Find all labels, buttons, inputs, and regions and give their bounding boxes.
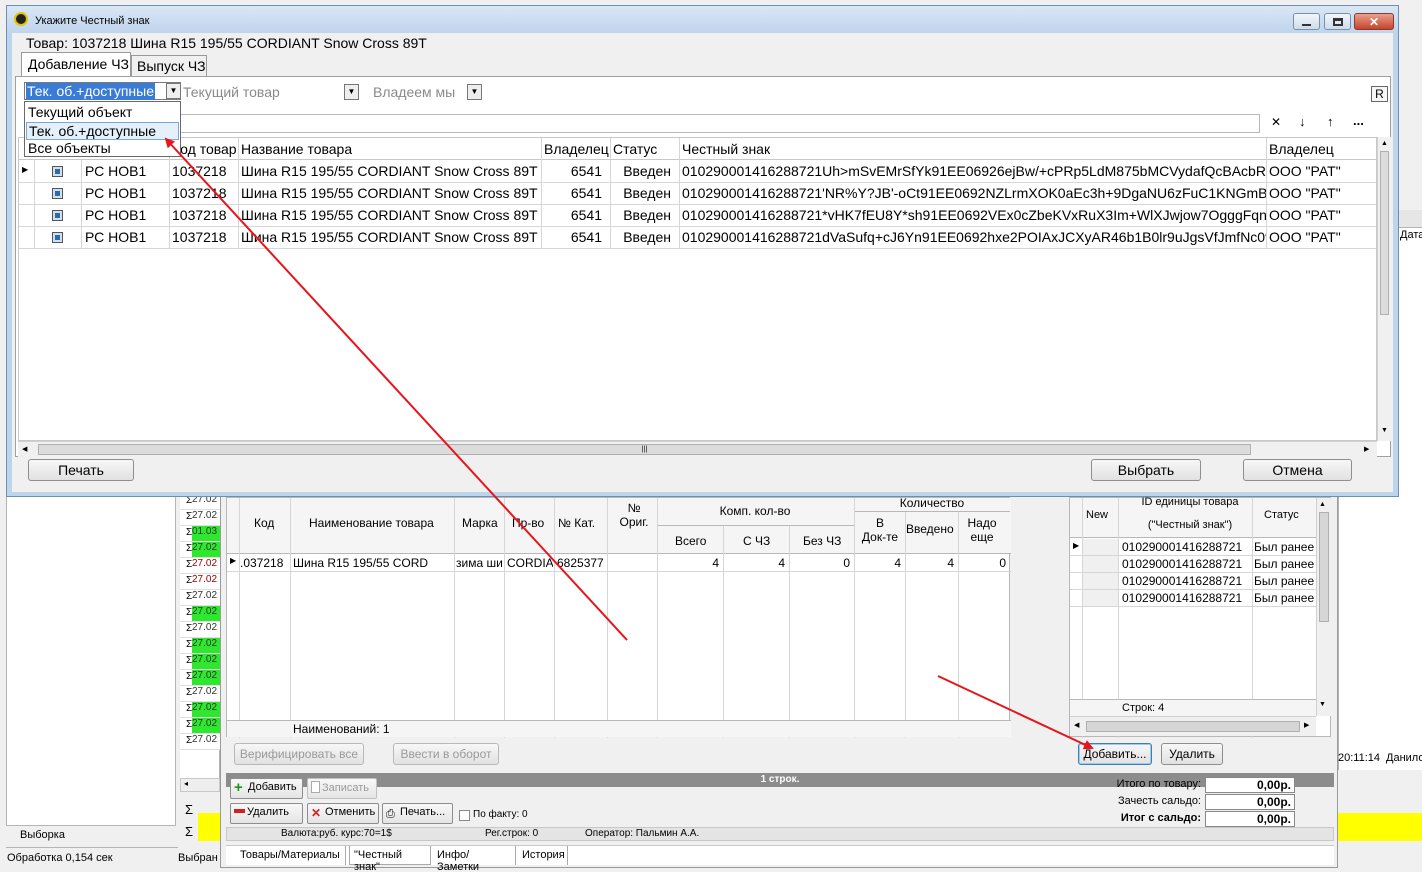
arrow-to-add-button bbox=[937, 675, 1094, 750]
arrow-to-dropdown-option bbox=[164, 137, 628, 641]
annotation-arrows bbox=[164, 137, 1094, 750]
